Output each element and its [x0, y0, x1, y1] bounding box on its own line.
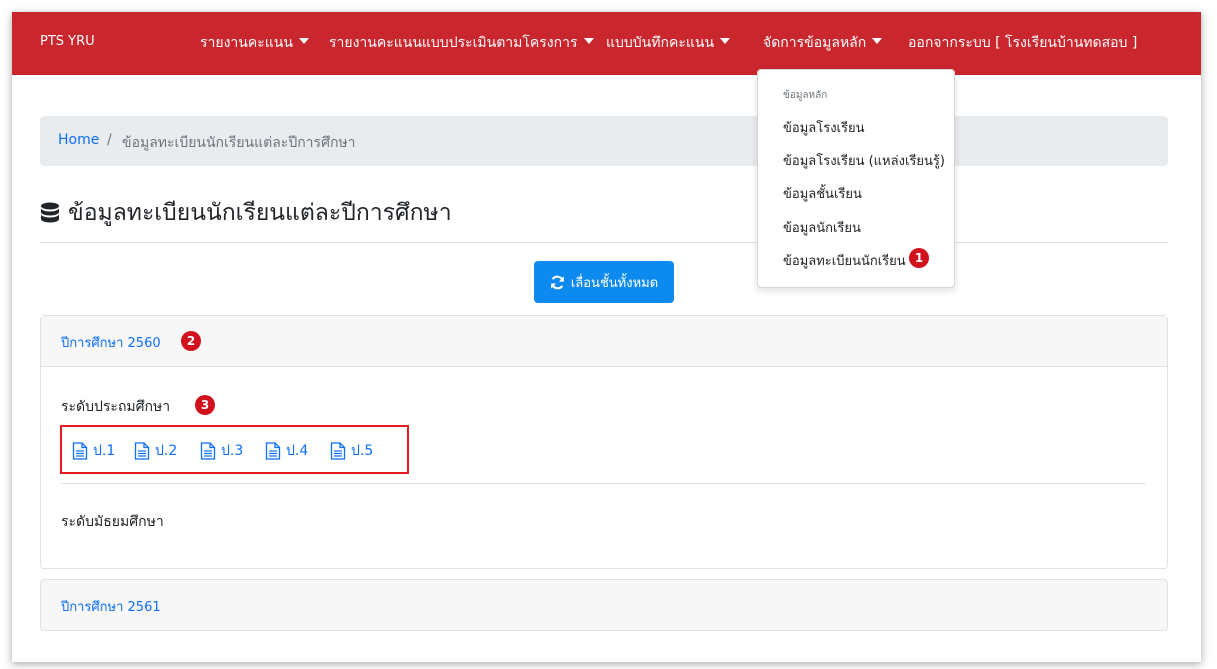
caret-down-icon	[583, 38, 594, 44]
page-title: ข้อมูลทะเบียนนักเรียนแต่ละปีการศึกษา	[40, 195, 452, 231]
nav-score-report-label: รายงานคะแนน	[200, 35, 293, 51]
nav-logout[interactable]: ออกจากระบบ [ โรงเรียนบ้านทดสอบ ]	[908, 32, 1137, 54]
dropdown-item-school-learning-source[interactable]: ข้อมูลโรงเรียน (แหล่งเรียนรู้)	[783, 150, 945, 171]
page-title-text: ข้อมูลทะเบียนนักเรียนแต่ละปีการศึกษา	[68, 200, 452, 226]
annotation-badge-2: 2	[181, 331, 201, 351]
class-label: ป.3	[221, 443, 244, 459]
class-label: ป.5	[351, 443, 374, 459]
nav-master-data-label: จัดการข้อมูลหลัก	[763, 35, 867, 51]
breadcrumb-separator: /	[107, 132, 112, 148]
brand-logo[interactable]: PTS YRU	[40, 34, 95, 49]
dropdown-item-school[interactable]: ข้อมูลโรงเรียน	[783, 117, 864, 138]
class-link-p3[interactable]: ป.3	[200, 440, 243, 462]
primary-level-label: ระดับประถมศึกษา	[61, 399, 171, 415]
file-icon	[134, 442, 150, 460]
annotation-badge-3: 3	[195, 395, 215, 415]
file-icon	[72, 442, 88, 460]
year-card-header: ปีการศึกษา 2560 2	[41, 316, 1167, 367]
class-link-p4[interactable]: ป.4	[265, 440, 308, 462]
top-navbar: PTS YRU รายงานคะแนน รายงานคะแนนแบบประเมิ…	[12, 12, 1201, 75]
caret-down-icon	[298, 38, 309, 44]
annotation-badge-1: 1	[909, 248, 929, 268]
caret-down-icon	[872, 38, 883, 44]
nav-score-record-form[interactable]: แบบบันทึกคะแนน	[606, 32, 731, 54]
breadcrumb: Home / ข้อมูลทะเบียนนักเรียนแต่ละปีการศึ…	[40, 116, 1168, 166]
class-label: ป.1	[93, 443, 116, 459]
class-link-p1[interactable]: ป.1	[72, 440, 115, 462]
nav-project-score-report-label: รายงานคะแนนแบบประเมินตามโครงการ	[329, 35, 578, 51]
sync-icon	[550, 275, 564, 289]
class-link-p2[interactable]: ป.2	[134, 440, 177, 462]
database-icon	[41, 202, 59, 223]
nav-score-record-form-label: แบบบันทึกคะแนน	[606, 35, 715, 51]
dropdown-header: ข้อมูลหลัก	[783, 90, 828, 101]
promote-all-button[interactable]: เลื่อนชั้นทั้งหมด	[534, 261, 674, 303]
year-card-2561: ปีการศึกษา 2561	[40, 579, 1168, 631]
year-2560-link[interactable]: ปีการศึกษา 2560	[61, 332, 161, 353]
secondary-level-label: ระดับมัธยมศึกษา	[61, 514, 164, 530]
dropdown-item-student[interactable]: ข้อมูลนักเรียน	[783, 217, 861, 238]
title-divider	[40, 242, 1168, 243]
nav-score-report[interactable]: รายงานคะแนน	[200, 32, 309, 54]
promote-all-label: เลื่อนชั้นทั้งหมด	[570, 275, 659, 291]
file-icon	[200, 442, 216, 460]
year-2561-link[interactable]: ปีการศึกษา 2561	[61, 596, 161, 617]
caret-down-icon	[720, 38, 731, 44]
breadcrumb-current: ข้อมูลทะเบียนนักเรียนแต่ละปีการศึกษา	[122, 135, 356, 151]
class-link-p5[interactable]: ป.5	[330, 440, 373, 462]
dropdown-item-classroom[interactable]: ข้อมูลชั้นเรียน	[783, 183, 862, 204]
file-icon	[265, 442, 281, 460]
nav-master-data[interactable]: จัดการข้อมูลหลัก	[763, 32, 883, 54]
dropdown-item-student-registry[interactable]: ข้อมูลทะเบียนนักเรียน	[783, 250, 906, 271]
level-divider	[61, 483, 1146, 484]
class-label: ป.4	[286, 443, 309, 459]
file-icon	[330, 442, 346, 460]
class-label: ป.2	[155, 443, 178, 459]
nav-project-score-report[interactable]: รายงานคะแนนแบบประเมินตามโครงการ	[329, 32, 594, 54]
app-window: PTS YRU รายงานคะแนน รายงานคะแนนแบบประเมิ…	[12, 12, 1201, 662]
breadcrumb-home-link[interactable]: Home	[58, 132, 99, 148]
year-card-2560: ปีการศึกษา 2560 2 ระดับประถมศึกษา 3 ป.1 …	[40, 315, 1168, 569]
master-data-dropdown: ข้อมูลหลัก ข้อมูลโรงเรียน ข้อมูลโรงเรียน…	[757, 69, 955, 288]
class-links-highlight: ป.1 ป.2 ป.3 ป.4 ป.5	[60, 425, 409, 474]
